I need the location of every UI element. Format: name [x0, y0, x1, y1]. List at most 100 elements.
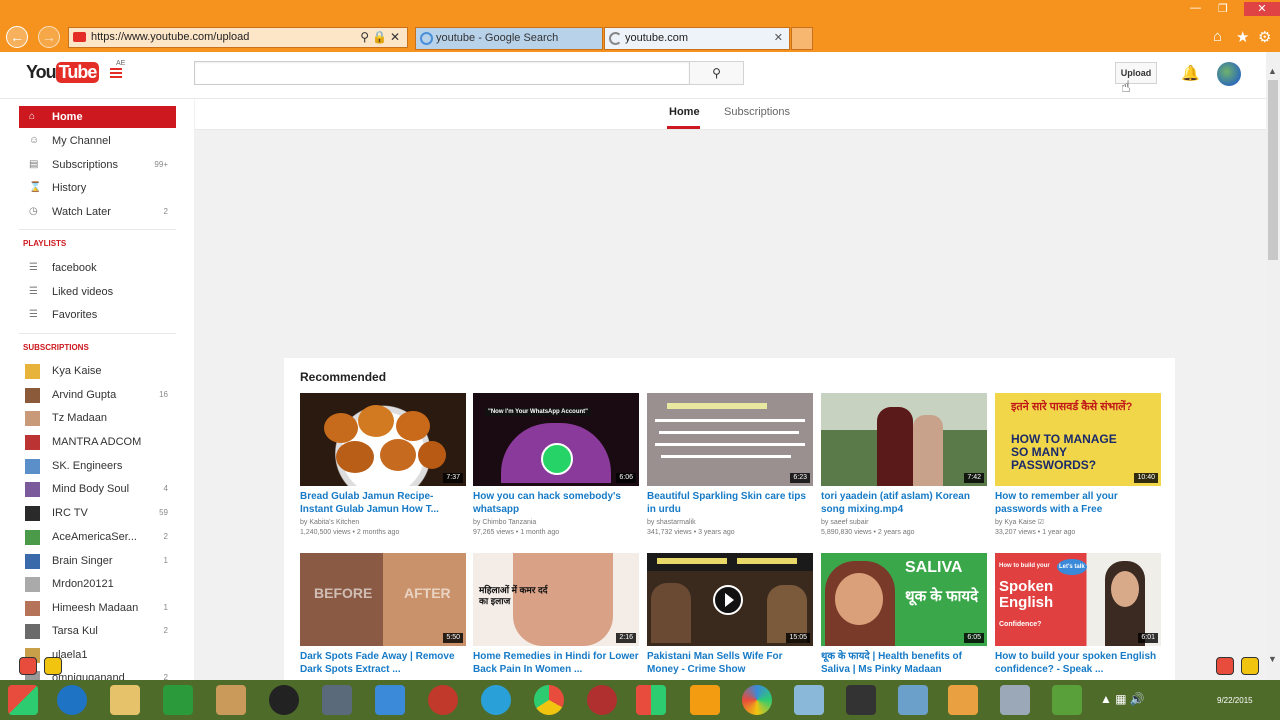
- sidebar-item-subscription[interactable]: Mrdon20121: [19, 573, 176, 595]
- video-title[interactable]: थूक के फायदे | Health benefits of Saliva…: [821, 650, 987, 676]
- sidebar-item-subscription[interactable]: Tz Madaan: [19, 407, 176, 429]
- sidebar-item-subscription[interactable]: Himeesh Madaan 1: [19, 597, 176, 619]
- tab-subscriptions[interactable]: Subscriptions: [724, 106, 790, 118]
- search-button[interactable]: ⚲: [689, 61, 744, 85]
- home-icon[interactable]: ⌂: [1213, 28, 1222, 45]
- video-title[interactable]: Dark Spots Fade Away | Remove Dark Spots…: [300, 650, 466, 676]
- start-button[interactable]: [8, 685, 38, 715]
- sidebar-item-my-channel[interactable]: ☺ My Channel: [19, 130, 176, 152]
- power-icon[interactable]: [428, 685, 458, 715]
- video-channel[interactable]: by Chimbo Tanzania: [473, 518, 639, 528]
- video-thumbnail[interactable]: "Now I'm Your WhatsApp Account" 6:06: [473, 393, 639, 486]
- sidebar-item-subscription[interactable]: ulaela1: [19, 644, 176, 666]
- video-card[interactable]: इतने सारे पासवर्ड कैसे संभालें? HOW TO M…: [995, 393, 1161, 538]
- video-title[interactable]: Bread Gulab Jamun Recipe- Instant Gulab …: [300, 490, 466, 516]
- video-channel[interactable]: by shastarmalik: [647, 518, 813, 528]
- app-icon[interactable]: [948, 685, 978, 715]
- video-thumbnail[interactable]: 7:42: [821, 393, 987, 486]
- video-card[interactable]: "Now I'm Your WhatsApp Account" 6:06 How…: [473, 393, 639, 538]
- video-title[interactable]: Beautiful Sparkling Skin care tips in ur…: [647, 490, 813, 516]
- sidebar-item-history[interactable]: ⌛ History: [19, 177, 176, 199]
- sidebar-item-subscription[interactable]: Tarsa Kul 2: [19, 620, 176, 642]
- taskbar-clock[interactable]: 9/22/2015: [1217, 696, 1253, 705]
- utorrent-icon[interactable]: [1052, 685, 1082, 715]
- address-bar-icons[interactable]: ⚲🔒✕: [360, 28, 403, 47]
- settings-gear-icon[interactable]: ⚙: [1258, 28, 1271, 46]
- video-thumbnail[interactable]: इतने सारे पासवर्ड कैसे संभालें? HOW TO M…: [995, 393, 1161, 486]
- back-button[interactable]: ←: [6, 26, 28, 48]
- video-channel[interactable]: by Kya Kaise ☑: [995, 518, 1161, 528]
- sidebar-item-home[interactable]: ⌂ Home: [19, 106, 176, 128]
- search-icon[interactable]: ⚲: [360, 30, 372, 44]
- app-icon[interactable]: [216, 685, 246, 715]
- notifications-bell-icon[interactable]: 🔔: [1181, 64, 1200, 82]
- video-title[interactable]: How you can hack somebody's whatsapp: [473, 490, 639, 516]
- floating-widget-icon[interactable]: [1241, 657, 1259, 675]
- app-icon[interactable]: [587, 685, 617, 715]
- video-thumbnail[interactable]: 7:37: [300, 393, 466, 486]
- account-avatar[interactable]: [1217, 62, 1241, 86]
- app-icon[interactable]: [481, 685, 511, 715]
- internet-explorer-icon[interactable]: [57, 685, 87, 715]
- chrome-icon[interactable]: [534, 685, 564, 715]
- media-icon[interactable]: [269, 685, 299, 715]
- video-thumbnail[interactable]: 6:23: [647, 393, 813, 486]
- video-thumbnail[interactable]: BEFORE AFTER 5:50: [300, 553, 466, 646]
- sidebar-item-facebook[interactable]: ☰ facebook: [19, 257, 176, 279]
- favorites-star-icon[interactable]: ★: [1236, 28, 1249, 46]
- floating-widget-icon[interactable]: [44, 657, 62, 675]
- video-thumbnail[interactable]: 15:05: [647, 553, 813, 646]
- search-input[interactable]: [194, 61, 690, 85]
- tab-google-search[interactable]: youtube - Google Search: [415, 27, 603, 50]
- video-card[interactable]: महिलाओं में कमर दर्द का इलाज 2:16 Home R…: [473, 553, 639, 676]
- guide-menu-icon[interactable]: [110, 68, 122, 78]
- sidebar-item-watch-later[interactable]: ◷ Watch Later 2: [19, 201, 176, 223]
- floating-widget-icon[interactable]: [1216, 657, 1234, 675]
- video-thumbnail[interactable]: SALIVA थूक के फायदे 6:05: [821, 553, 987, 646]
- video-title[interactable]: How to build your spoken English confide…: [995, 650, 1161, 676]
- video-card[interactable]: 7:37 Bread Gulab Jamun Recipe- Instant G…: [300, 393, 466, 538]
- vertical-scrollbar[interactable]: ▲ ▼: [1266, 52, 1280, 680]
- video-channel[interactable]: by Kabita's Kitchen: [300, 518, 466, 528]
- app-icon[interactable]: [794, 685, 824, 715]
- tray-icons[interactable]: ▲ ▦ 🔊: [1100, 692, 1145, 706]
- close-window-button[interactable]: ✕: [1244, 2, 1280, 16]
- scroll-up-icon[interactable]: ▲: [1268, 66, 1277, 76]
- subscriptions-heading[interactable]: SUBSCRIPTIONS: [23, 343, 89, 352]
- new-tab-button[interactable]: [791, 27, 813, 50]
- floating-widget-icon[interactable]: [19, 657, 37, 675]
- app-icon[interactable]: [1000, 685, 1030, 715]
- scroll-down-icon[interactable]: ▼: [1268, 654, 1277, 664]
- video-channel[interactable]: by saeef subair: [821, 518, 987, 528]
- tab-home[interactable]: Home: [667, 106, 700, 129]
- forward-button[interactable]: →: [38, 26, 60, 48]
- video-card[interactable]: 7:42 tori yaadein (atif aslam) Korean so…: [821, 393, 987, 538]
- file-explorer-icon[interactable]: [110, 685, 140, 715]
- minimize-button[interactable]: —: [1190, 2, 1201, 16]
- close-icon[interactable]: ✕: [390, 30, 403, 44]
- sidebar-item-subscription[interactable]: MANTRA ADCOM: [19, 431, 176, 453]
- tab-youtube[interactable]: youtube.com ✕: [604, 27, 790, 50]
- app-icon[interactable]: [636, 685, 666, 715]
- video-thumbnail[interactable]: महिलाओं में कमर दर्द का इलाज 2:16: [473, 553, 639, 646]
- sidebar-item-subscription[interactable]: Kya Kaise: [19, 360, 176, 382]
- playlists-heading[interactable]: PLAYLISTS: [23, 239, 66, 248]
- vlc-icon[interactable]: [690, 685, 720, 715]
- app-icon[interactable]: [846, 685, 876, 715]
- app-icon[interactable]: [322, 685, 352, 715]
- video-card[interactable]: SALIVA थूक के फायदे 6:05 थूक के फायदे | …: [821, 553, 987, 676]
- video-title[interactable]: tori yaadein (atif aslam) Korean song mi…: [821, 490, 987, 516]
- sidebar-item-subscriptions[interactable]: ▤ Subscriptions 99+: [19, 154, 176, 176]
- app-icon[interactable]: [898, 685, 928, 715]
- sidebar-item-subscription[interactable]: Brain Singer 1: [19, 550, 176, 572]
- sidebar-item-subscription[interactable]: Mind Body Soul 4: [19, 478, 176, 500]
- video-card[interactable]: 15:05 Pakistani Man Sells Wife For Money…: [647, 553, 813, 676]
- video-card[interactable]: How to build your Spoken English Confide…: [995, 553, 1161, 676]
- scrollbar-thumb[interactable]: [1268, 80, 1278, 260]
- app-icon[interactable]: [375, 685, 405, 715]
- sidebar-item-subscription[interactable]: omniguganand 2: [19, 667, 176, 680]
- sidebar-item-subscription[interactable]: IRC TV 59: [19, 502, 176, 524]
- video-card[interactable]: BEFORE AFTER 5:50 Dark Spots Fade Away |…: [300, 553, 466, 676]
- restore-button[interactable]: ❐: [1218, 2, 1228, 16]
- sidebar-item-subscription[interactable]: SK. Engineers: [19, 455, 176, 477]
